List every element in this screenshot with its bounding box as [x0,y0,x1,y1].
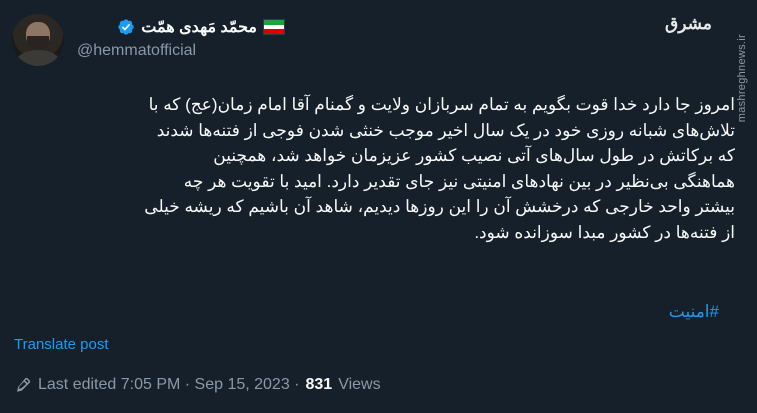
author-name-row: محمّد مَهدی همّت [117,16,285,38]
iran-flag-icon [263,19,285,35]
tweet-line: از فتنه‌ها در کشور مبدا سوزانده شود. [474,222,735,242]
tweet-line: امروز جا دارد خدا قوت بگویم به تمام سربا… [148,95,735,114]
views-count: 831 [305,376,333,393]
edited-timestamp[interactable]: Last edited 7:05 PM · Sep 15, 2023 · [38,376,300,394]
verified-badge-icon[interactable] [117,18,135,36]
views-label: Views [338,376,381,393]
tweet-line: تلاش‌های شبانه روزی خود در یک سال اخیر م… [156,120,735,140]
tweet-text: امروز جا دارد خدا قوت بگویم به تمام سربا… [20,92,735,245]
author-display-name[interactable]: محمّد مَهدی همّت [141,17,257,37]
tweet-line: بیشتر واحد خارجی که درخشش آن را این روزه… [144,197,735,216]
hashtag-link[interactable]: #امنیت [669,302,719,322]
site-watermark: mashreghnews.ir [736,34,748,123]
avatar-body [16,50,60,66]
tweet-line: هماهنگی بی‌نظیر در بین نهادهای امنیتی نی… [183,171,735,191]
flag-stripe-red [264,29,284,35]
translate-post-link[interactable]: Translate post [14,336,109,353]
avatar-beard [27,36,49,50]
edit-pencil-icon[interactable] [14,376,32,394]
author-handle[interactable]: @hemmatofficial [77,42,196,60]
tweet-line: که برکاتش در طول سال‌های آتی نصیب کشور ع… [213,146,735,165]
news-logo: مشرق [665,14,713,33]
tweet-meta: Last edited 7:05 PM · Sep 15, 2023 · 831… [14,376,381,394]
avatar[interactable] [12,14,64,66]
